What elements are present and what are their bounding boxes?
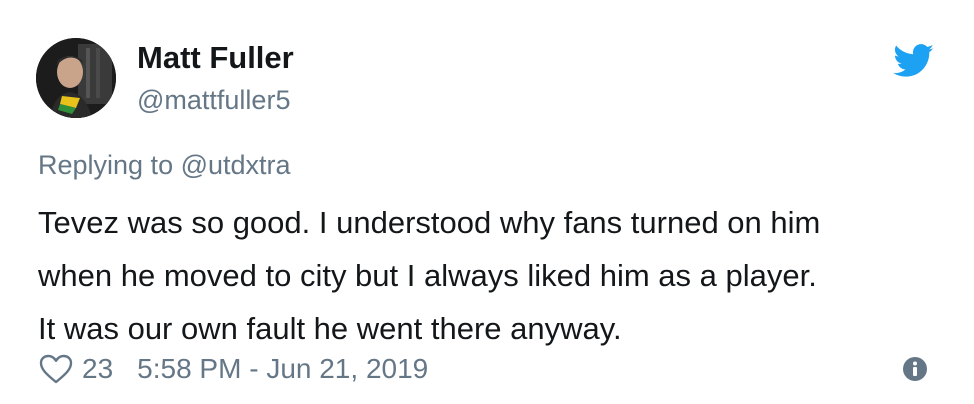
tweet-timestamp[interactable]: 5:58 PM - Jun 21, 2019 — [137, 353, 428, 385]
heart-icon[interactable] — [38, 353, 74, 385]
reply-mention-link[interactable]: @utdxtra — [181, 150, 291, 180]
avatar-image — [36, 38, 116, 118]
author-display-name[interactable]: Matt Fuller — [137, 38, 294, 78]
avatar[interactable] — [36, 38, 116, 118]
tweet-card: Matt Fuller @mattfuller5 Replying to @ut… — [0, 0, 974, 404]
tweet-footer: 23 5:58 PM - Jun 21, 2019 — [38, 349, 428, 389]
reply-prefix: Replying to — [38, 150, 174, 180]
tweet-text-line: It was our own fault he went there anywa… — [38, 311, 622, 346]
twitter-bird-icon[interactable] — [893, 44, 935, 78]
info-icon[interactable] — [902, 356, 928, 382]
like-count[interactable]: 23 — [82, 353, 113, 385]
tweet-text-line: Tevez was so good. I understood why fans… — [38, 205, 821, 240]
author-handle[interactable]: @mattfuller5 — [137, 82, 290, 118]
reply-context: Replying to @utdxtra — [38, 146, 291, 184]
tweet-text: Tevez was so good. I understood why fans… — [38, 196, 948, 355]
tweet-text-line: when he moved to city but I always liked… — [38, 258, 817, 293]
